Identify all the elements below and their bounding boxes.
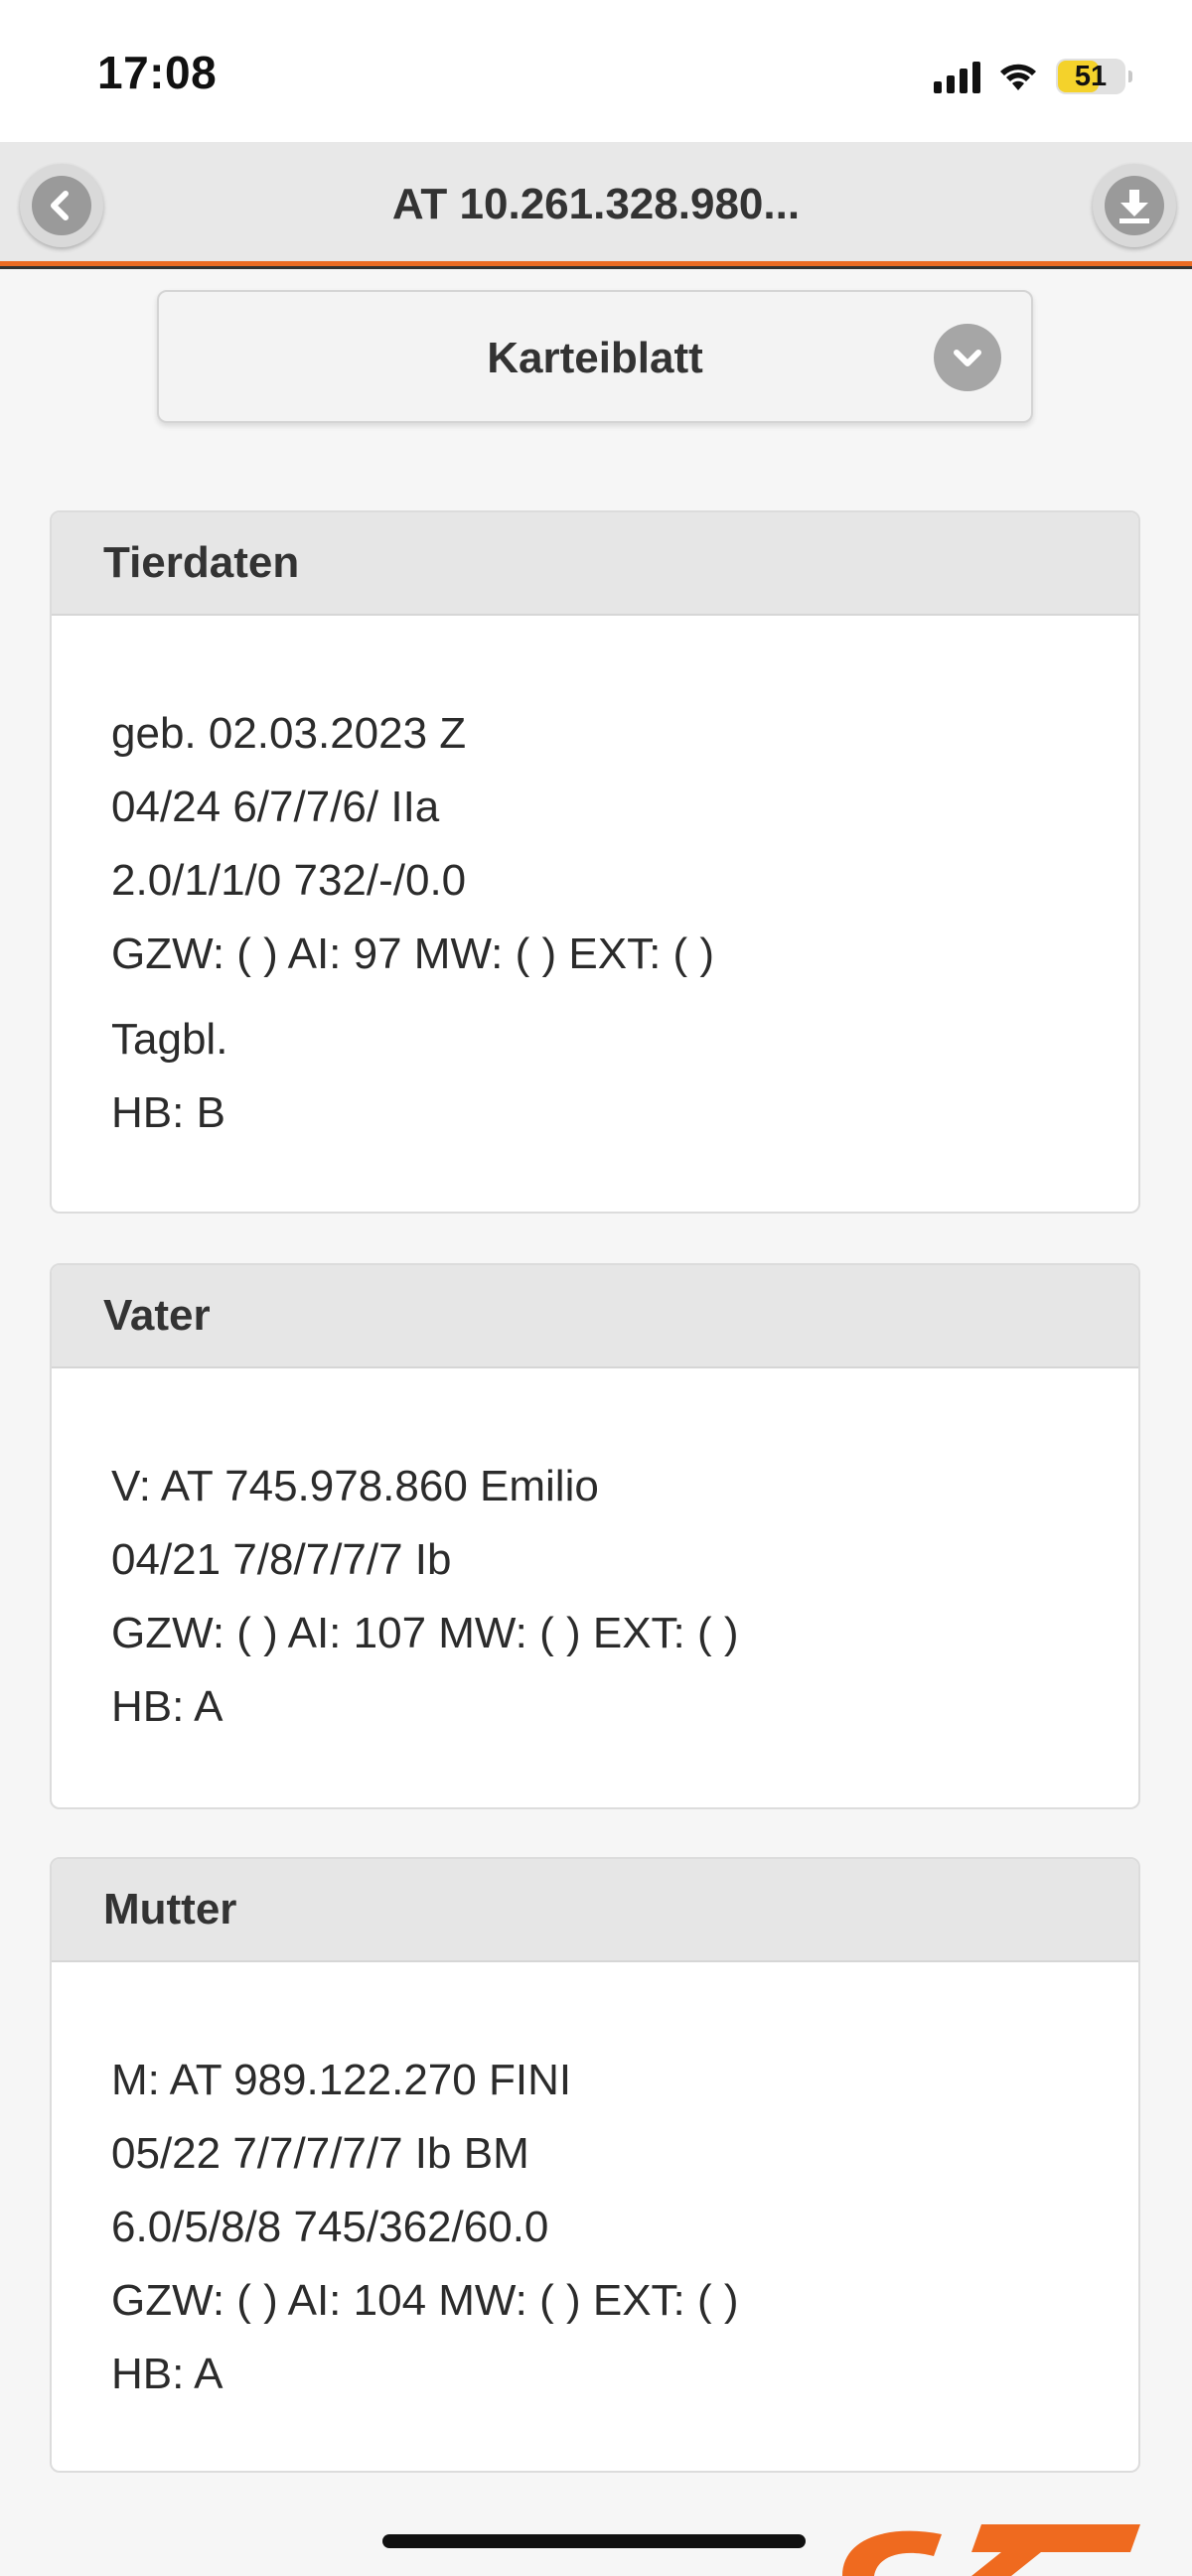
status-icons: 51 (934, 52, 1132, 101)
wifi-icon (1000, 64, 1036, 90)
card-header-tierdaten: Tierdaten (52, 512, 1138, 616)
cellular-signal-icon (934, 60, 980, 93)
vater-breeding-values-line: GZW: ( ) AI: 107 MW: ( ) EXT: ( ) (111, 1609, 739, 1657)
card-body-mutter: M: AT 989.122.270 FINI 05/22 7/7/7/7/7 I… (52, 1962, 1138, 2411)
tier-performance-line: 2.0/1/1/0 732/-/0.0 (111, 856, 467, 905)
card-header-vater: Vater (52, 1265, 1138, 1368)
mutter-id-line: M: AT 989.122.270 FINI (111, 2056, 572, 2104)
mutter-rating-line: 05/22 7/7/7/7/7 Ib BM (111, 2129, 529, 2178)
tier-rating-line: 04/24 6/7/7/6/ IIa (111, 783, 440, 831)
view-selector-dropdown[interactable]: Karteiblatt (157, 290, 1033, 423)
tier-hb-line: HB: B (111, 1088, 225, 1137)
chevron-down-icon (934, 324, 1001, 391)
tier-breeding-values-line: GZW: ( ) AI: 97 MW: ( ) EXT: ( ) (111, 930, 715, 978)
vater-rating-line: 04/21 7/8/7/7/7 Ib (111, 1535, 452, 1584)
dropdown-selected-label: Karteiblatt (487, 334, 703, 382)
card-vater: Vater V: AT 745.978.860 Emilio 04/21 7/8… (50, 1263, 1140, 1809)
brand-logo-fragment (803, 2516, 1150, 2576)
card-body-vater: V: AT 745.978.860 Emilio 04/21 7/8/7/7/7… (52, 1368, 1138, 1744)
page-title: AT 10.261.328.980... (391, 180, 801, 228)
card-body-tierdaten: geb. 02.03.2023 Z 04/24 6/7/7/6/ IIa 2.0… (52, 616, 1138, 1150)
download-button[interactable] (1093, 164, 1176, 247)
nav-header: AT 10.261.328.980... (0, 142, 1192, 269)
battery-icon: 51 (1056, 59, 1125, 94)
card-tierdaten: Tierdaten geb. 02.03.2023 Z 04/24 6/7/7/… (50, 510, 1140, 1214)
tier-birth-line: geb. 02.03.2023 Z (111, 709, 467, 758)
vater-id-line: V: AT 745.978.860 Emilio (111, 1462, 599, 1510)
card-header-mutter: Mutter (52, 1859, 1138, 1962)
mutter-performance-line: 6.0/5/8/8 745/362/60.0 (111, 2203, 549, 2251)
card-mutter: Mutter M: AT 989.122.270 FINI 05/22 7/7/… (50, 1857, 1140, 2473)
mutter-hb-line: HB: A (111, 2350, 224, 2398)
download-icon (1119, 190, 1149, 223)
status-bar: 17:08 51 (0, 0, 1192, 142)
status-time: 17:08 (97, 47, 218, 98)
home-indicator[interactable] (382, 2534, 806, 2548)
mutter-breeding-values-line: GZW: ( ) AI: 104 MW: ( ) EXT: ( ) (111, 2276, 739, 2325)
vater-hb-line: HB: A (111, 1682, 224, 1731)
tier-note-line: Tagbl. (111, 1015, 228, 1064)
battery-level: 51 (1074, 60, 1108, 92)
